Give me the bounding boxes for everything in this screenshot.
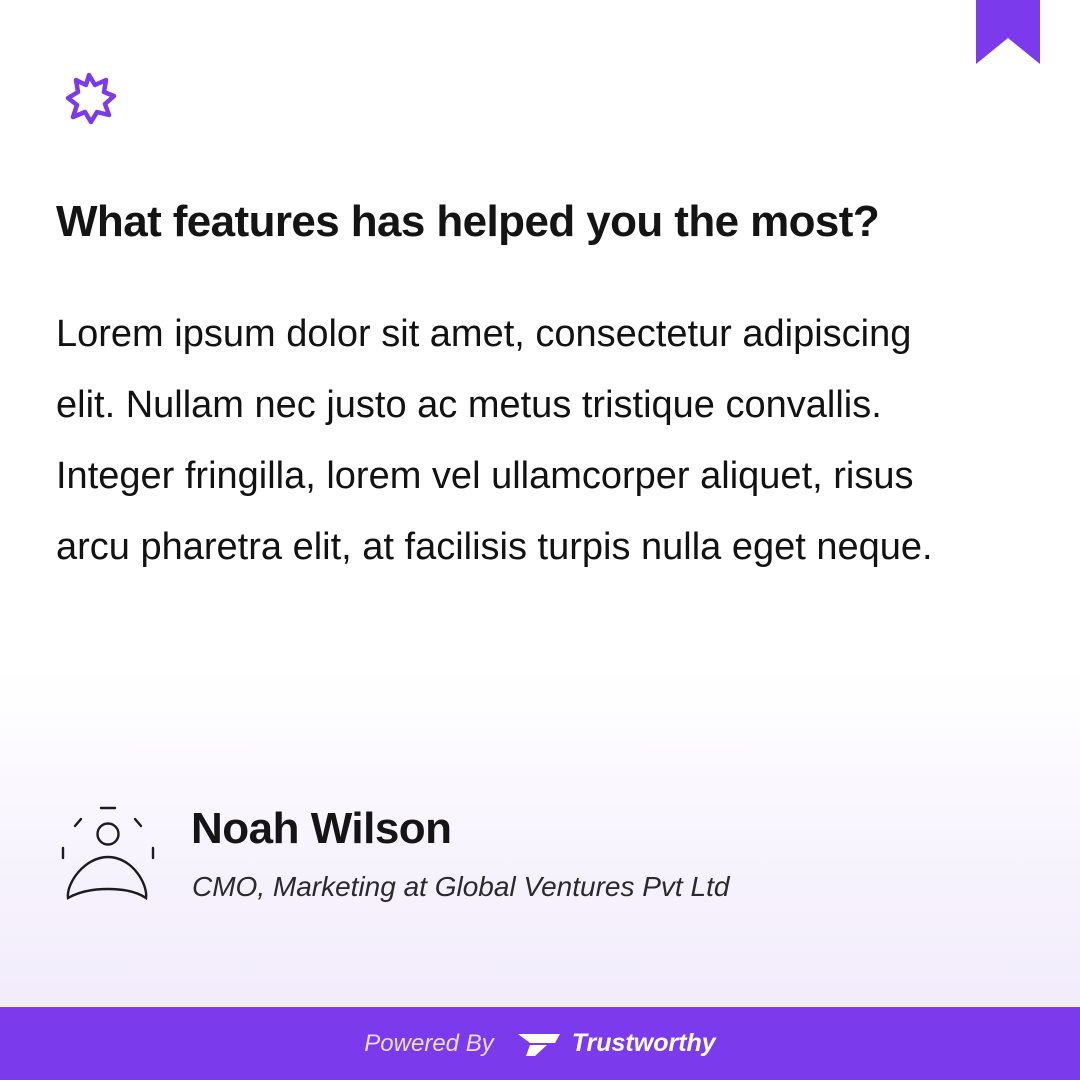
trustworthy-brand-link[interactable]: Trustworthy: [572, 1029, 716, 1058]
user-placeholder-icon: [61, 806, 155, 901]
author-role: CMO, Marketing at Global Ventures Pvt Lt…: [192, 871, 730, 902]
footer-bar: Powered By Trustworthy: [0, 1007, 1080, 1080]
question-heading: What features has helped you the most?: [56, 197, 880, 246]
starburst-icon: [65, 72, 117, 125]
bookmark-icon: [976, 0, 1040, 64]
trustworthy-logo-icon: [517, 1033, 560, 1056]
author-name: Noah Wilson: [191, 804, 452, 853]
author-block: Noah Wilson CMO, Marketing at Global Ven…: [56, 800, 1016, 910]
answer-text: Lorem ipsum dolor sit amet, consectetur …: [56, 313, 933, 568]
powered-by-label: Powered By: [364, 1029, 494, 1057]
